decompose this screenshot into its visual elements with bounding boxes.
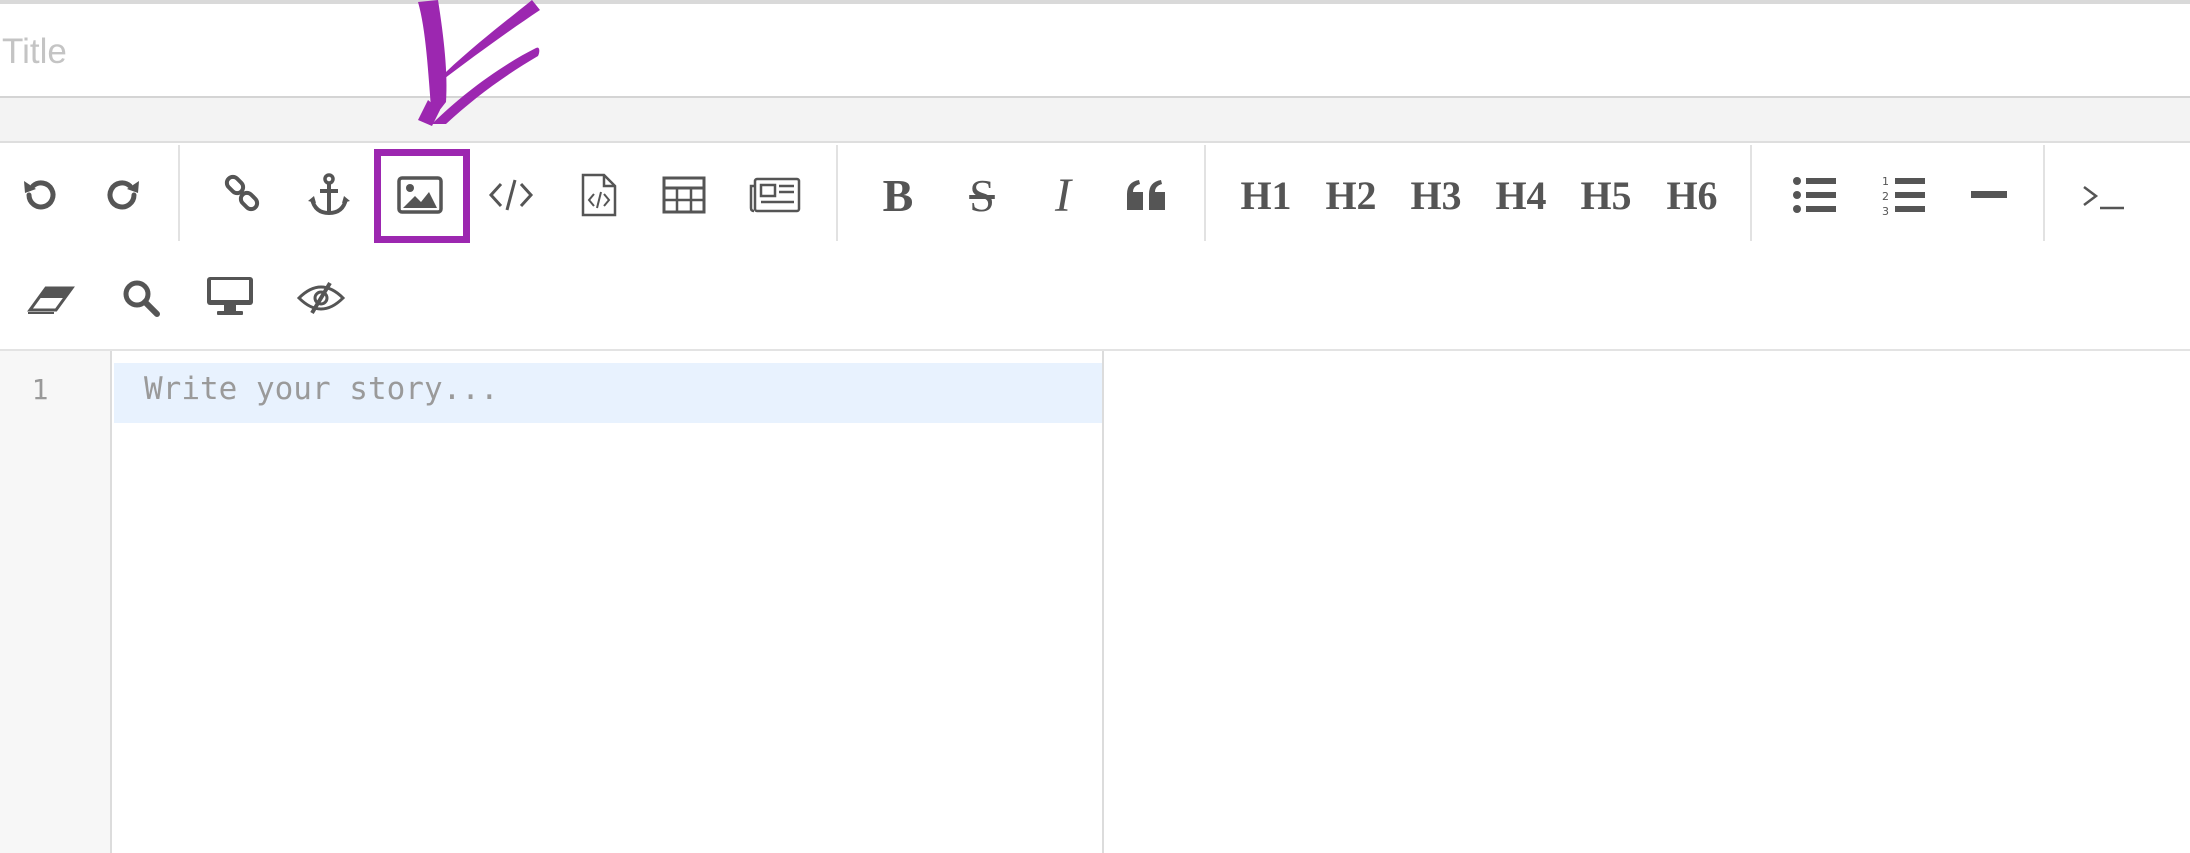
h3-button[interactable]: H3 <box>1399 158 1473 232</box>
bullet-list-icon <box>1793 177 1836 213</box>
svg-text:3: 3 <box>1882 205 1889 217</box>
h3-label: H3 <box>1410 172 1462 218</box>
italic-button[interactable]: I <box>1026 158 1100 232</box>
numbered-list-icon: 1 2 3 <box>1882 175 1925 217</box>
title-bar <box>0 4 2190 96</box>
code-icon <box>488 179 534 211</box>
undo-icon <box>24 180 56 210</box>
eraser-icon <box>27 286 75 314</box>
redo-icon <box>107 180 139 210</box>
code-button[interactable] <box>474 158 548 232</box>
redo-button[interactable] <box>86 158 160 232</box>
toolbar-divider <box>1750 145 1752 241</box>
italic-icon: I <box>1055 168 1071 222</box>
search-icon <box>123 280 160 317</box>
link-icon <box>224 174 260 212</box>
strikethrough-icon: S <box>969 169 995 221</box>
title-input[interactable] <box>0 22 802 82</box>
desktop-icon <box>207 277 253 315</box>
markdown-editor[interactable] <box>112 351 1102 853</box>
toolbar-divider <box>2043 145 2045 241</box>
h1-label: H1 <box>1240 172 1292 218</box>
h5-label: H5 <box>1580 172 1632 218</box>
preview-pane <box>1104 351 2190 853</box>
h4-button[interactable]: H4 <box>1484 158 1558 232</box>
quote-button[interactable] <box>1110 158 1184 232</box>
bullet-list-button[interactable] <box>1778 158 1852 232</box>
code-file-icon <box>581 173 617 217</box>
terminal-button[interactable] <box>2067 158 2141 232</box>
search-button[interactable] <box>104 261 178 335</box>
h4-label: H4 <box>1495 172 1547 218</box>
link-button[interactable] <box>205 158 279 232</box>
h5-button[interactable]: H5 <box>1569 158 1643 232</box>
story-textarea[interactable] <box>112 351 1102 853</box>
page-break-button[interactable] <box>738 158 812 232</box>
horizontal-rule-button[interactable] <box>1952 158 2026 232</box>
line-number-gutter: 1 <box>0 351 112 853</box>
bold-icon: B <box>882 169 914 221</box>
image-button[interactable] <box>383 158 457 232</box>
undo-button[interactable] <box>3 158 77 232</box>
h2-button[interactable]: H2 <box>1314 158 1388 232</box>
editor-toolbar: B S I H1 H2 H3 H4 H5 H6 1 2 3 <box>0 143 2190 349</box>
numbered-list-button[interactable]: 1 2 3 <box>1867 158 1941 232</box>
newspaper-icon <box>749 177 801 213</box>
strikethrough-button[interactable]: S <box>945 158 1019 232</box>
preview-button[interactable] <box>193 259 267 333</box>
terminal-icon <box>2083 186 2124 210</box>
hide-preview-button[interactable] <box>284 261 358 335</box>
svg-text:2: 2 <box>1882 190 1889 203</box>
toolbar-divider <box>1204 145 1206 241</box>
h1-button[interactable]: H1 <box>1229 158 1303 232</box>
line-number: 1 <box>31 373 49 406</box>
toolbar-divider <box>178 145 180 241</box>
h6-button[interactable]: H6 <box>1655 158 1729 232</box>
eye-slash-icon <box>296 281 346 315</box>
h6-label: H6 <box>1666 172 1718 218</box>
h2-label: H2 <box>1325 172 1377 218</box>
clear-button[interactable] <box>14 261 88 335</box>
table-icon <box>662 176 706 214</box>
image-icon <box>397 176 443 214</box>
spacer-band <box>0 98 2190 141</box>
table-button[interactable] <box>647 158 721 232</box>
horizontal-rule-icon <box>1971 191 2007 198</box>
bold-button[interactable]: B <box>861 158 935 232</box>
toolbar-divider <box>836 145 838 241</box>
anchor-button[interactable] <box>292 158 366 232</box>
code-block-button[interactable] <box>562 158 636 232</box>
anchor-icon <box>308 173 350 216</box>
quote-icon <box>1127 180 1165 210</box>
svg-text:1: 1 <box>1882 175 1889 188</box>
